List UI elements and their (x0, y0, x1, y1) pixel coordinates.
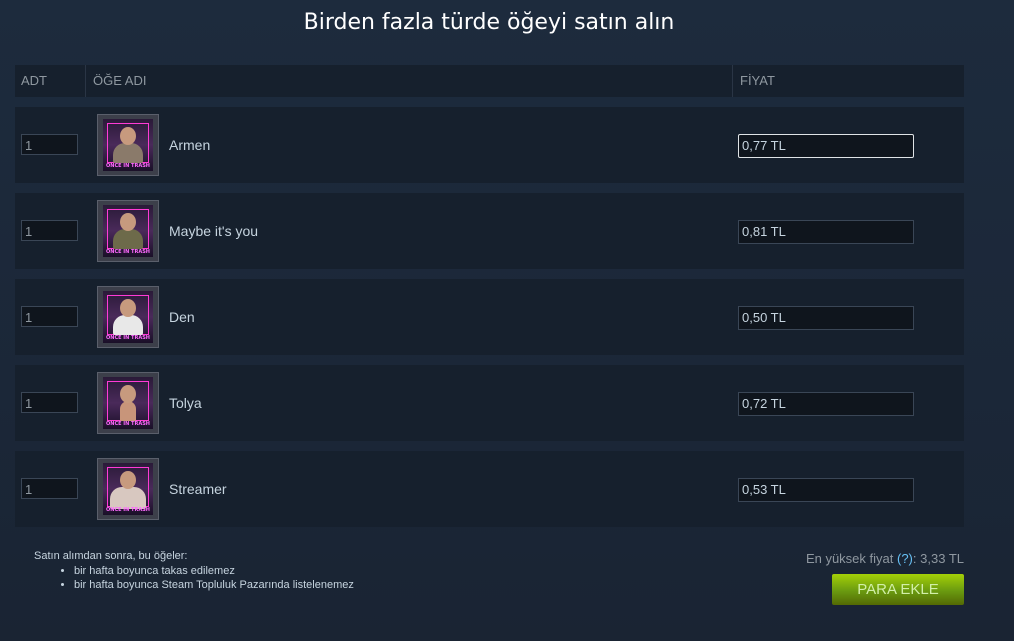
card-caption: ONCE IN TRASH (106, 421, 150, 427)
notes-intro: Satın alımdan sonra, bu öğeler: (34, 550, 188, 562)
column-header-qty: ADT (21, 73, 47, 88)
table-row: 1 ONCE IN TRASH Streamer 0,53 TL (15, 451, 964, 527)
add-funds-button[interactable]: PARA EKLE (832, 574, 964, 605)
help-link[interactable]: (?) (897, 551, 913, 566)
total-value: 3,33 TL (920, 551, 964, 566)
card-caption: ONCE IN TRASH (106, 249, 150, 255)
item-name: Tolya (169, 395, 202, 411)
price-input[interactable]: 0,53 TL (738, 478, 914, 502)
item-name: Den (169, 309, 195, 325)
total-label: En yüksek fiyat (805, 551, 894, 566)
purchase-notes: Satın alımdan sonra, bu öğeler: bir haft… (34, 550, 354, 592)
item-card-image[interactable]: ONCE IN TRASH (97, 114, 159, 176)
table-row: 1 ONCE IN TRASH Armen 0,77 TL (15, 107, 964, 183)
price-input[interactable]: 0,77 TL (738, 134, 914, 158)
card-caption: ONCE IN TRASH (106, 507, 150, 513)
table-header: ADT ÖĞE ADI FİYAT (15, 65, 964, 97)
card-caption: ONCE IN TRASH (106, 163, 150, 169)
total-separator: : (912, 551, 917, 566)
notes-list: bir hafta boyunca takas edilemez bir haf… (34, 564, 354, 592)
item-card-image[interactable]: ONCE IN TRASH (97, 200, 159, 262)
page-title: Birden fazla türde öğeyi satın alın (303, 10, 675, 35)
price-input[interactable]: 0,81 TL (738, 220, 914, 244)
table-row: 1 ONCE IN TRASH Maybe it's you 0,81 TL (15, 193, 964, 269)
column-header-price: FİYAT (732, 65, 775, 97)
items-table: ADT ÖĞE ADI FİYAT 1 ONCE IN TRASH Armen … (15, 65, 964, 527)
quantity-input[interactable]: 1 (21, 306, 78, 327)
price-input[interactable]: 0,50 TL (738, 306, 914, 330)
card-caption: ONCE IN TRASH (106, 335, 150, 341)
total-price: En yüksek fiyat (?): 3,33 TL (806, 551, 964, 566)
quantity-input[interactable]: 1 (21, 392, 78, 413)
quantity-input[interactable]: 1 (21, 134, 78, 155)
price-input[interactable]: 0,72 TL (738, 392, 914, 416)
item-card-image[interactable]: ONCE IN TRASH (97, 458, 159, 520)
table-row: 1 ONCE IN TRASH Tolya 0,72 TL (15, 365, 964, 441)
item-card-image[interactable]: ONCE IN TRASH (97, 286, 159, 348)
item-name: Streamer (169, 481, 227, 497)
item-name: Armen (169, 137, 211, 153)
notes-item: bir hafta boyunca takas edilemez (74, 564, 354, 578)
item-name: Maybe it's you (169, 223, 259, 239)
table-row: 1 ONCE IN TRASH Den 0,50 TL (15, 279, 964, 355)
notes-item: bir hafta boyunca Steam Topluluk Pazarın… (74, 578, 354, 592)
item-card-image[interactable]: ONCE IN TRASH (97, 372, 159, 434)
quantity-input[interactable]: 1 (21, 478, 78, 499)
column-header-name: ÖĞE ADI (85, 65, 146, 97)
quantity-input[interactable]: 1 (21, 220, 78, 241)
